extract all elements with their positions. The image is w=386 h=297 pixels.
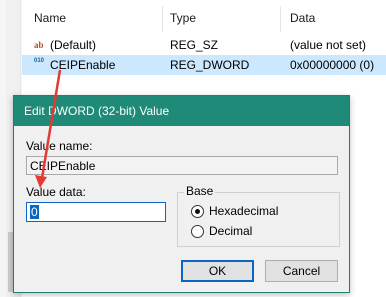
list-header: Name Type Data bbox=[22, 6, 386, 32]
value-type: REG_DWORD bbox=[170, 58, 250, 72]
binary-value-icon: 010 bbox=[34, 58, 45, 64]
base-group bbox=[177, 192, 340, 247]
decimal-radio[interactable] bbox=[191, 225, 204, 238]
value-name-label: Value name: bbox=[26, 139, 93, 153]
hexadecimal-radio[interactable] bbox=[191, 205, 204, 218]
base-group-label: Base bbox=[184, 184, 216, 198]
value-name-field: CEIPEnable bbox=[26, 156, 338, 175]
table-row[interactable]: 010 CEIPEnable REG_DWORD 0x00000000 (0) bbox=[22, 55, 386, 75]
hexadecimal-label[interactable]: Hexadecimal bbox=[209, 204, 278, 218]
value-type: REG_SZ bbox=[170, 38, 219, 52]
column-header-name[interactable]: Name bbox=[34, 6, 66, 30]
value-data-label: Value data: bbox=[26, 185, 86, 199]
table-row[interactable]: ab (Default) REG_SZ (value not set) bbox=[22, 35, 386, 55]
value-data: (value not set) bbox=[290, 38, 367, 52]
value-data: 0x00000000 (0) bbox=[290, 58, 375, 72]
value-name: CEIPEnable bbox=[50, 58, 116, 72]
cancel-button[interactable]: Cancel bbox=[265, 260, 338, 282]
string-value-icon: ab bbox=[34, 40, 44, 50]
dialog-titlebar[interactable]: Edit DWORD (32-bit) Value bbox=[14, 96, 349, 126]
column-header-data[interactable]: Data bbox=[290, 6, 315, 30]
ok-button[interactable]: OK bbox=[181, 260, 254, 282]
column-header-type[interactable]: Type bbox=[170, 6, 196, 30]
value-data-text: 0 bbox=[30, 205, 39, 219]
dialog-title: Edit DWORD (32-bit) Value bbox=[24, 104, 170, 118]
column-divider[interactable] bbox=[280, 6, 281, 32]
column-divider[interactable] bbox=[162, 6, 163, 32]
decimal-label[interactable]: Decimal bbox=[209, 224, 252, 238]
edit-dword-dialog: Edit DWORD (32-bit) Value Value name: CE… bbox=[13, 95, 350, 293]
value-data-input[interactable]: 0 bbox=[26, 202, 166, 222]
radio-selected-dot bbox=[195, 209, 200, 214]
value-name: (Default) bbox=[50, 38, 97, 52]
